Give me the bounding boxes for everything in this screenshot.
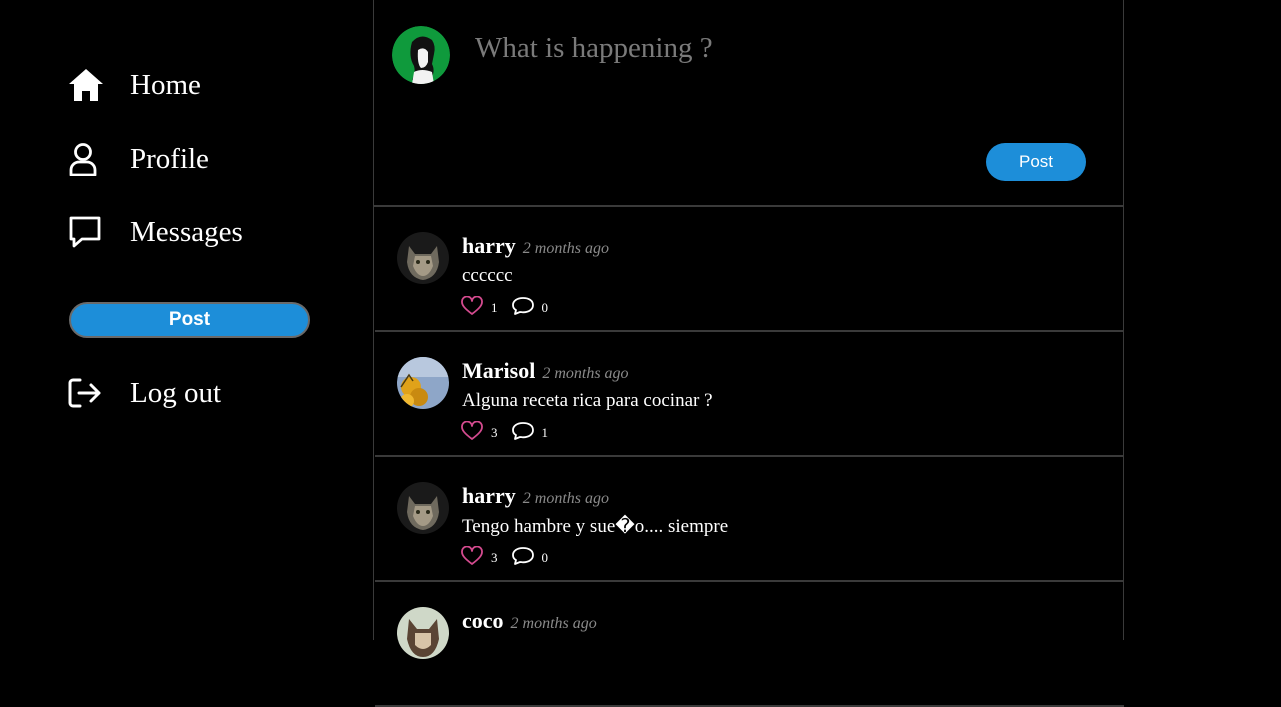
post-header: Marisol 2 months ago (462, 358, 629, 384)
like-count: 3 (491, 425, 498, 440)
like-count: 3 (491, 550, 498, 565)
home-icon (68, 67, 104, 103)
sidebar-item-label: Log out (130, 376, 222, 409)
sidebar: Home Profile Messages Post Log out (0, 0, 373, 640)
like-button[interactable]: 1 (461, 295, 498, 320)
avatar[interactable] (397, 232, 449, 284)
post-item[interactable]: harry 2 months ago Tengo hambre y sue�o.… (375, 457, 1124, 582)
post-timestamp: 2 months ago (522, 240, 609, 257)
like-button[interactable]: 3 (461, 420, 498, 445)
sidebar-item-label: Home (130, 68, 201, 101)
post-timestamp: 2 months ago (510, 615, 597, 632)
user-icon (68, 141, 104, 177)
post-item[interactable]: Marisol 2 months ago Alguna receta rica … (375, 332, 1124, 457)
post-username[interactable]: harry (462, 233, 516, 259)
heart-icon (461, 420, 483, 445)
comment-icon (511, 296, 534, 320)
comment-button[interactable]: 1 (511, 421, 549, 445)
comment-icon (511, 546, 534, 570)
post-timestamp: 2 months ago (542, 365, 629, 382)
comment-button[interactable]: 0 (511, 546, 549, 570)
post-timestamp: 2 months ago (522, 490, 609, 507)
post-text: cccccc (462, 265, 513, 286)
post-header: harry 2 months ago (462, 233, 609, 259)
post-header: coco 2 months ago (462, 608, 597, 634)
avatar[interactable] (397, 482, 449, 534)
post-item[interactable]: coco 2 months ago (375, 582, 1124, 707)
comment-count: 1 (541, 425, 549, 440)
message-icon (68, 214, 104, 250)
logout-icon (68, 375, 104, 411)
post-username[interactable]: harry (462, 483, 516, 509)
comment-count: 0 (541, 300, 549, 315)
post-text: Tengo hambre y sue�o.... siempre (462, 516, 729, 537)
comment-button[interactable]: 0 (511, 296, 549, 320)
sidebar-item-logout[interactable]: Log out (68, 375, 221, 411)
comment-count: 0 (541, 550, 549, 565)
post-actions: 1 0 (461, 295, 549, 320)
post-actions: 3 0 (461, 545, 549, 570)
sidebar-post-button[interactable]: Post (69, 302, 310, 338)
sidebar-item-label: Messages (130, 215, 243, 248)
sidebar-item-home[interactable]: Home (68, 67, 201, 103)
post-actions: 3 1 (461, 420, 549, 445)
heart-icon (461, 545, 483, 570)
composer-post-button[interactable]: Post (986, 143, 1086, 181)
post-username[interactable]: Marisol (462, 358, 535, 384)
like-count: 1 (491, 300, 498, 315)
avatar[interactable] (397, 607, 449, 659)
sidebar-item-profile[interactable]: Profile (68, 141, 209, 177)
like-button[interactable]: 3 (461, 545, 498, 570)
post-composer: What is happening ? Post (374, 0, 1123, 207)
sidebar-item-messages[interactable]: Messages (68, 214, 243, 250)
post-username[interactable]: coco (462, 608, 504, 634)
post-item[interactable]: harry 2 months ago cccccc 1 0 (375, 207, 1124, 332)
avatar[interactable] (397, 357, 449, 409)
avatar (392, 26, 450, 84)
post-header: harry 2 months ago (462, 483, 609, 509)
post-text: Alguna receta rica para cocinar ? (462, 390, 713, 411)
composer-input[interactable]: What is happening ? (475, 32, 713, 65)
sidebar-item-label: Profile (130, 142, 209, 175)
post-list: harry 2 months ago cccccc 1 0 Marisol 2 … (375, 207, 1124, 707)
comment-icon (511, 421, 534, 445)
main-feed-column: What is happening ? Post harry 2 months … (373, 0, 1124, 707)
heart-icon (461, 295, 483, 320)
